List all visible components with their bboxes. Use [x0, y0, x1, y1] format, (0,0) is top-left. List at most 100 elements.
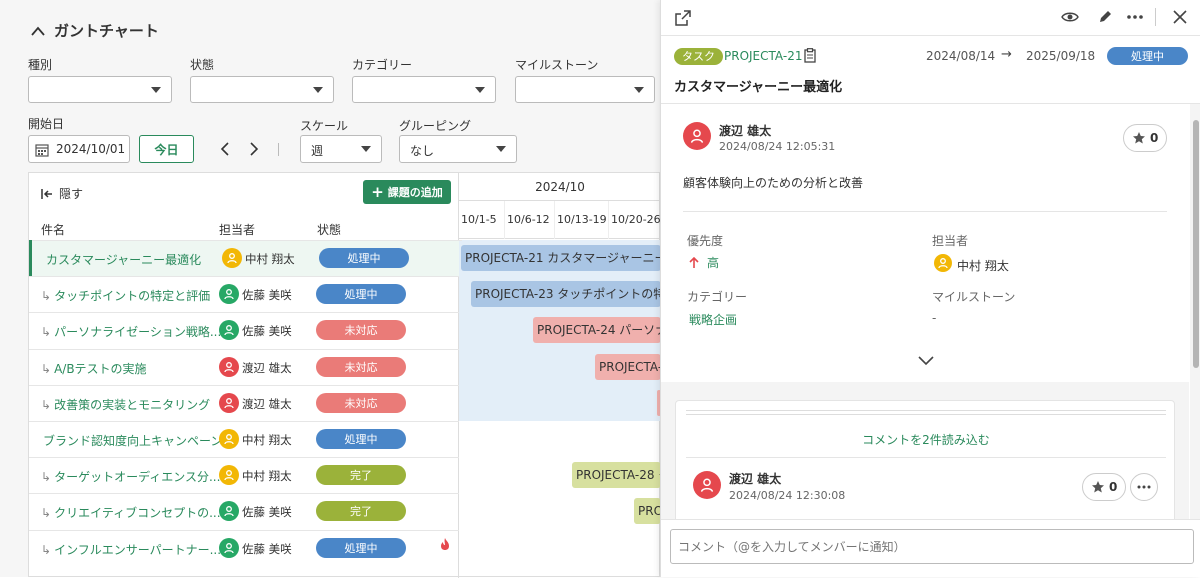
- gantt-bar[interactable]: PROJECTA-24 パーソナラ: [533, 317, 661, 344]
- issue-name-text: タッチポイントの特定と評価: [54, 289, 211, 304]
- comment-more-button[interactable]: [1130, 473, 1158, 501]
- scrollbar-thumb[interactable]: [1193, 120, 1199, 368]
- subtask-icon: ↳: [41, 361, 52, 376]
- grouping-select[interactable]: なし: [399, 135, 517, 163]
- divider: [686, 410, 1166, 411]
- table-row[interactable]: ↳ ターゲットオーディエンス分... 中村 翔太 完了: [29, 457, 459, 493]
- avatar: [222, 248, 242, 268]
- category-label: カテゴリー: [352, 58, 413, 72]
- gantt-bar[interactable]: PROJECTA-23 タッチポイントの特定と: [471, 281, 661, 308]
- status-badge[interactable]: 未対応: [316, 320, 406, 341]
- load-comments-link[interactable]: コメントを2件読み込む: [676, 431, 1176, 448]
- status-badge[interactable]: 処理中: [316, 284, 406, 305]
- milestone-select[interactable]: [515, 76, 655, 103]
- assignee-name: 佐藤 美咲: [242, 288, 292, 303]
- category-select[interactable]: [352, 76, 496, 103]
- scrollbar-track[interactable]: [1190, 104, 1200, 519]
- open-new-window-icon[interactable]: [675, 10, 691, 26]
- hide-toggle[interactable]: 隠す: [41, 185, 83, 202]
- assignee-value[interactable]: 中村 翔太: [957, 257, 1009, 274]
- divider: [683, 211, 1167, 212]
- assignee-name: 渡辺 雄太: [242, 396, 292, 411]
- category-value[interactable]: 戦略企画: [689, 311, 737, 328]
- status-badge[interactable]: 処理中: [1107, 47, 1188, 65]
- issue-name[interactable]: ↳ パーソナライゼーション戦略...: [41, 323, 221, 340]
- milestone-label: マイルストーン: [932, 290, 1016, 304]
- status-badge[interactable]: 未対応: [316, 356, 406, 377]
- priority-field[interactable]: 高: [689, 254, 719, 271]
- star-button[interactable]: 0: [1123, 124, 1168, 152]
- star-count: 0: [1150, 131, 1159, 145]
- type-select[interactable]: [28, 76, 172, 103]
- date-arrow: →: [1001, 47, 1012, 62]
- table-row[interactable]: ↳ パーソナライゼーション戦略... 佐藤 美咲 未対応: [29, 312, 459, 348]
- issue-key[interactable]: PROJECTA-21: [724, 49, 802, 63]
- status-badge[interactable]: 完了: [316, 465, 406, 486]
- avatar: [219, 392, 239, 413]
- description: 顧客体験向上のための分析と改善: [683, 176, 864, 190]
- comment-input[interactable]: [670, 529, 1194, 564]
- avatar: [219, 356, 239, 377]
- row-divider: [29, 348, 459, 350]
- hide-label: 隠す: [59, 187, 84, 201]
- table-row[interactable]: カスタマージャーニー最適化 中村 翔太 処理中: [29, 240, 462, 277]
- issue-name[interactable]: ↳ ターゲットオーディエンス分...: [41, 468, 220, 485]
- status-badge[interactable]: 未対応: [316, 392, 406, 413]
- issue-name[interactable]: ↳ クリエイティブコンセプトの...: [41, 504, 221, 521]
- next-icon[interactable]: [247, 141, 261, 157]
- table-row[interactable]: ↳ 改善策の実装とモニタリング 渡辺 雄太 未対応: [29, 384, 459, 421]
- subtask-icon: ↳: [41, 289, 52, 304]
- comment-star-button[interactable]: 0: [1082, 473, 1127, 501]
- today-button[interactable]: 今日: [139, 135, 194, 163]
- assignee-name: 渡辺 雄太: [242, 360, 292, 375]
- add-issue-button[interactable]: + 課題の追加: [363, 180, 451, 204]
- more-icon[interactable]: [1126, 14, 1144, 20]
- gantt-bar[interactable]: PROJECTA-28 タ: [572, 462, 661, 489]
- issue-name[interactable]: ↳ 改善策の実装とモニタリング: [41, 396, 210, 413]
- table-row[interactable]: ブランド認知度向上キャンペーン 中村 翔太 処理中: [29, 421, 459, 457]
- edit-pencil-icon[interactable]: [1097, 9, 1113, 25]
- subtask-icon: ↳: [41, 542, 52, 557]
- table-row[interactable]: ↳ インフルエンサーパートナー... 佐藤 美咲 処理中: [29, 529, 459, 566]
- issue-name[interactable]: ブランド認知度向上キャンペーン: [43, 432, 222, 449]
- status-badge[interactable]: 処理中: [319, 248, 409, 268]
- issue-name[interactable]: ↳ タッチポイントの特定と評価: [41, 287, 210, 304]
- milestone-label: マイルストーン: [515, 58, 599, 72]
- gantt-header[interactable]: ガントチャート: [30, 20, 159, 41]
- row-divider: [32, 240, 462, 241]
- issue-name[interactable]: ↳ A/Bテストの実施: [41, 360, 147, 377]
- table-row[interactable]: ↳ A/Bテストの実施 渡辺 雄太 未対応: [29, 348, 459, 385]
- avatar: [934, 254, 952, 272]
- row-divider: [29, 529, 459, 531]
- table-row[interactable]: ↳ クリエイティブコンセプトの... 佐藤 美咲 完了: [29, 493, 459, 529]
- table-row[interactable]: ↳ タッチポイントの特定と評価 佐藤 美咲 処理中: [29, 276, 459, 312]
- prev-icon[interactable]: [218, 141, 232, 157]
- status-badge[interactable]: 処理中: [316, 429, 406, 449]
- gantt-bar[interactable]: PROJECTA-2: [595, 353, 661, 380]
- start-date-value: 2024/10/01: [56, 142, 126, 156]
- status-select[interactable]: [190, 76, 334, 103]
- avatar: [683, 122, 711, 150]
- assignee-name: 中村 翔太: [245, 252, 295, 266]
- close-icon[interactable]: [1173, 10, 1187, 24]
- expand-chevron-icon[interactable]: [917, 354, 935, 366]
- issue-name[interactable]: カスタマージャーニー最適化: [46, 251, 201, 268]
- arrow-up-icon: [689, 256, 699, 268]
- divider: [661, 35, 1200, 36]
- gantt-bar[interactable]: PROJECTA-21 カスタマージャーニー最適: [461, 245, 661, 271]
- issue-name-text: パーソナライゼーション戦略...: [54, 325, 222, 340]
- week-divider: [554, 201, 555, 239]
- comment-star-count: 0: [1109, 480, 1118, 494]
- scale-select[interactable]: 週: [300, 135, 382, 163]
- start-date-input[interactable]: 2024/10/01: [28, 135, 130, 163]
- issue-name[interactable]: ↳ インフルエンサーパートナー...: [41, 541, 221, 558]
- avatar: [219, 537, 239, 558]
- watch-eye-icon[interactable]: [1061, 10, 1079, 24]
- status-badge[interactable]: 処理中: [316, 537, 406, 558]
- grouping-label: グルーピング: [399, 119, 472, 133]
- detail-scroll-area[interactable]: 渡辺 雄太 2024/08/24 12:05:31 0 顧客体験向上のための分析…: [661, 104, 1189, 519]
- status-label: 状態: [190, 58, 215, 72]
- status-badge[interactable]: 完了: [316, 501, 406, 522]
- clipboard-icon[interactable]: [804, 48, 816, 63]
- gantt-bar[interactable]: PRO: [634, 498, 661, 525]
